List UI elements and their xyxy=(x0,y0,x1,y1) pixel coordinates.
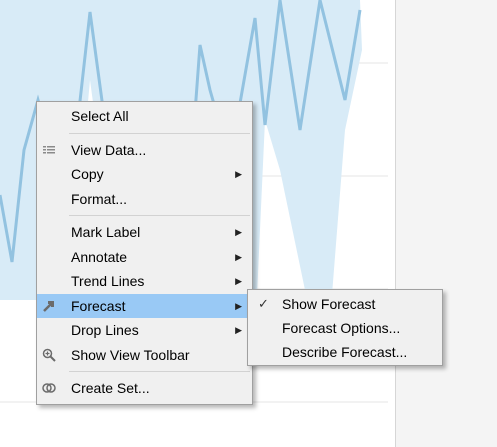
menu-item-format[interactable]: Format... xyxy=(37,187,252,212)
tableau-worksheet: Select All View Data... Copy ▶ Format...… xyxy=(0,0,497,447)
menu-item-label: Create Set... xyxy=(71,380,150,396)
submenu-arrow-icon: ▶ xyxy=(235,169,242,179)
submenu-arrow-icon: ▶ xyxy=(235,300,242,311)
submenu-item-label: Show Forecast xyxy=(282,296,376,312)
menu-item-label: Select All xyxy=(71,108,129,124)
menu-separator xyxy=(69,132,250,134)
menu-item-annotate[interactable]: Annotate ▶ xyxy=(37,245,252,270)
submenu-item-show-forecast[interactable]: ✓ Show Forecast xyxy=(248,292,442,316)
menu-item-drop-lines[interactable]: Drop Lines ▶ xyxy=(37,318,252,343)
submenu-item-forecast-options[interactable]: Forecast Options... xyxy=(248,316,442,340)
menu-item-forecast[interactable]: Forecast ▶ xyxy=(37,293,252,318)
menu-item-label: View Data... xyxy=(71,141,147,158)
submenu-item-label: Forecast Options... xyxy=(282,320,401,336)
menu-separator xyxy=(69,215,250,216)
menu-item-label: Format... xyxy=(71,190,128,207)
zoom-icon xyxy=(42,348,56,362)
menu-item-show-view-toolbar[interactable]: Show View Toolbar xyxy=(37,343,252,368)
forecast-arrow-icon xyxy=(43,300,54,312)
menu-item-label: Trend Lines xyxy=(71,273,145,289)
menu-item-label: Annotate xyxy=(71,248,128,265)
menu-item-select-all[interactable]: Select All xyxy=(37,104,252,129)
submenu-arrow-icon: ▶ xyxy=(235,325,242,335)
submenu-item-describe-forecast[interactable]: Describe Forecast... xyxy=(248,340,442,364)
menu-separator xyxy=(69,371,250,372)
table-icon xyxy=(43,144,55,155)
menu-item-copy[interactable]: Copy ▶ xyxy=(37,162,252,187)
submenu-arrow-icon: ▶ xyxy=(235,251,242,262)
menu-item-label: Drop Lines xyxy=(71,322,139,338)
set-icon xyxy=(42,383,56,393)
forecast-submenu: ✓ Show Forecast Forecast Options... Desc… xyxy=(247,289,443,366)
menu-item-label: Mark Label xyxy=(71,224,141,240)
menu-item-label: Copy xyxy=(71,166,104,182)
submenu-arrow-icon: ▶ xyxy=(235,276,242,286)
menu-item-mark-label[interactable]: Mark Label ▶ xyxy=(37,220,252,245)
menu-item-trend-lines[interactable]: Trend Lines ▶ xyxy=(37,269,252,294)
right-side-panel xyxy=(395,0,497,447)
menu-item-create-set[interactable]: Create Set... xyxy=(37,376,252,401)
menu-item-label: Show View Toolbar xyxy=(71,346,190,363)
menu-item-label: Forecast xyxy=(71,297,126,314)
submenu-arrow-icon: ▶ xyxy=(235,227,242,237)
submenu-item-label: Describe Forecast... xyxy=(282,344,408,360)
menu-item-view-data[interactable]: View Data... xyxy=(37,138,252,163)
context-menu: Select All View Data... Copy ▶ Format...… xyxy=(36,101,253,405)
checkmark-icon: ✓ xyxy=(258,296,269,311)
